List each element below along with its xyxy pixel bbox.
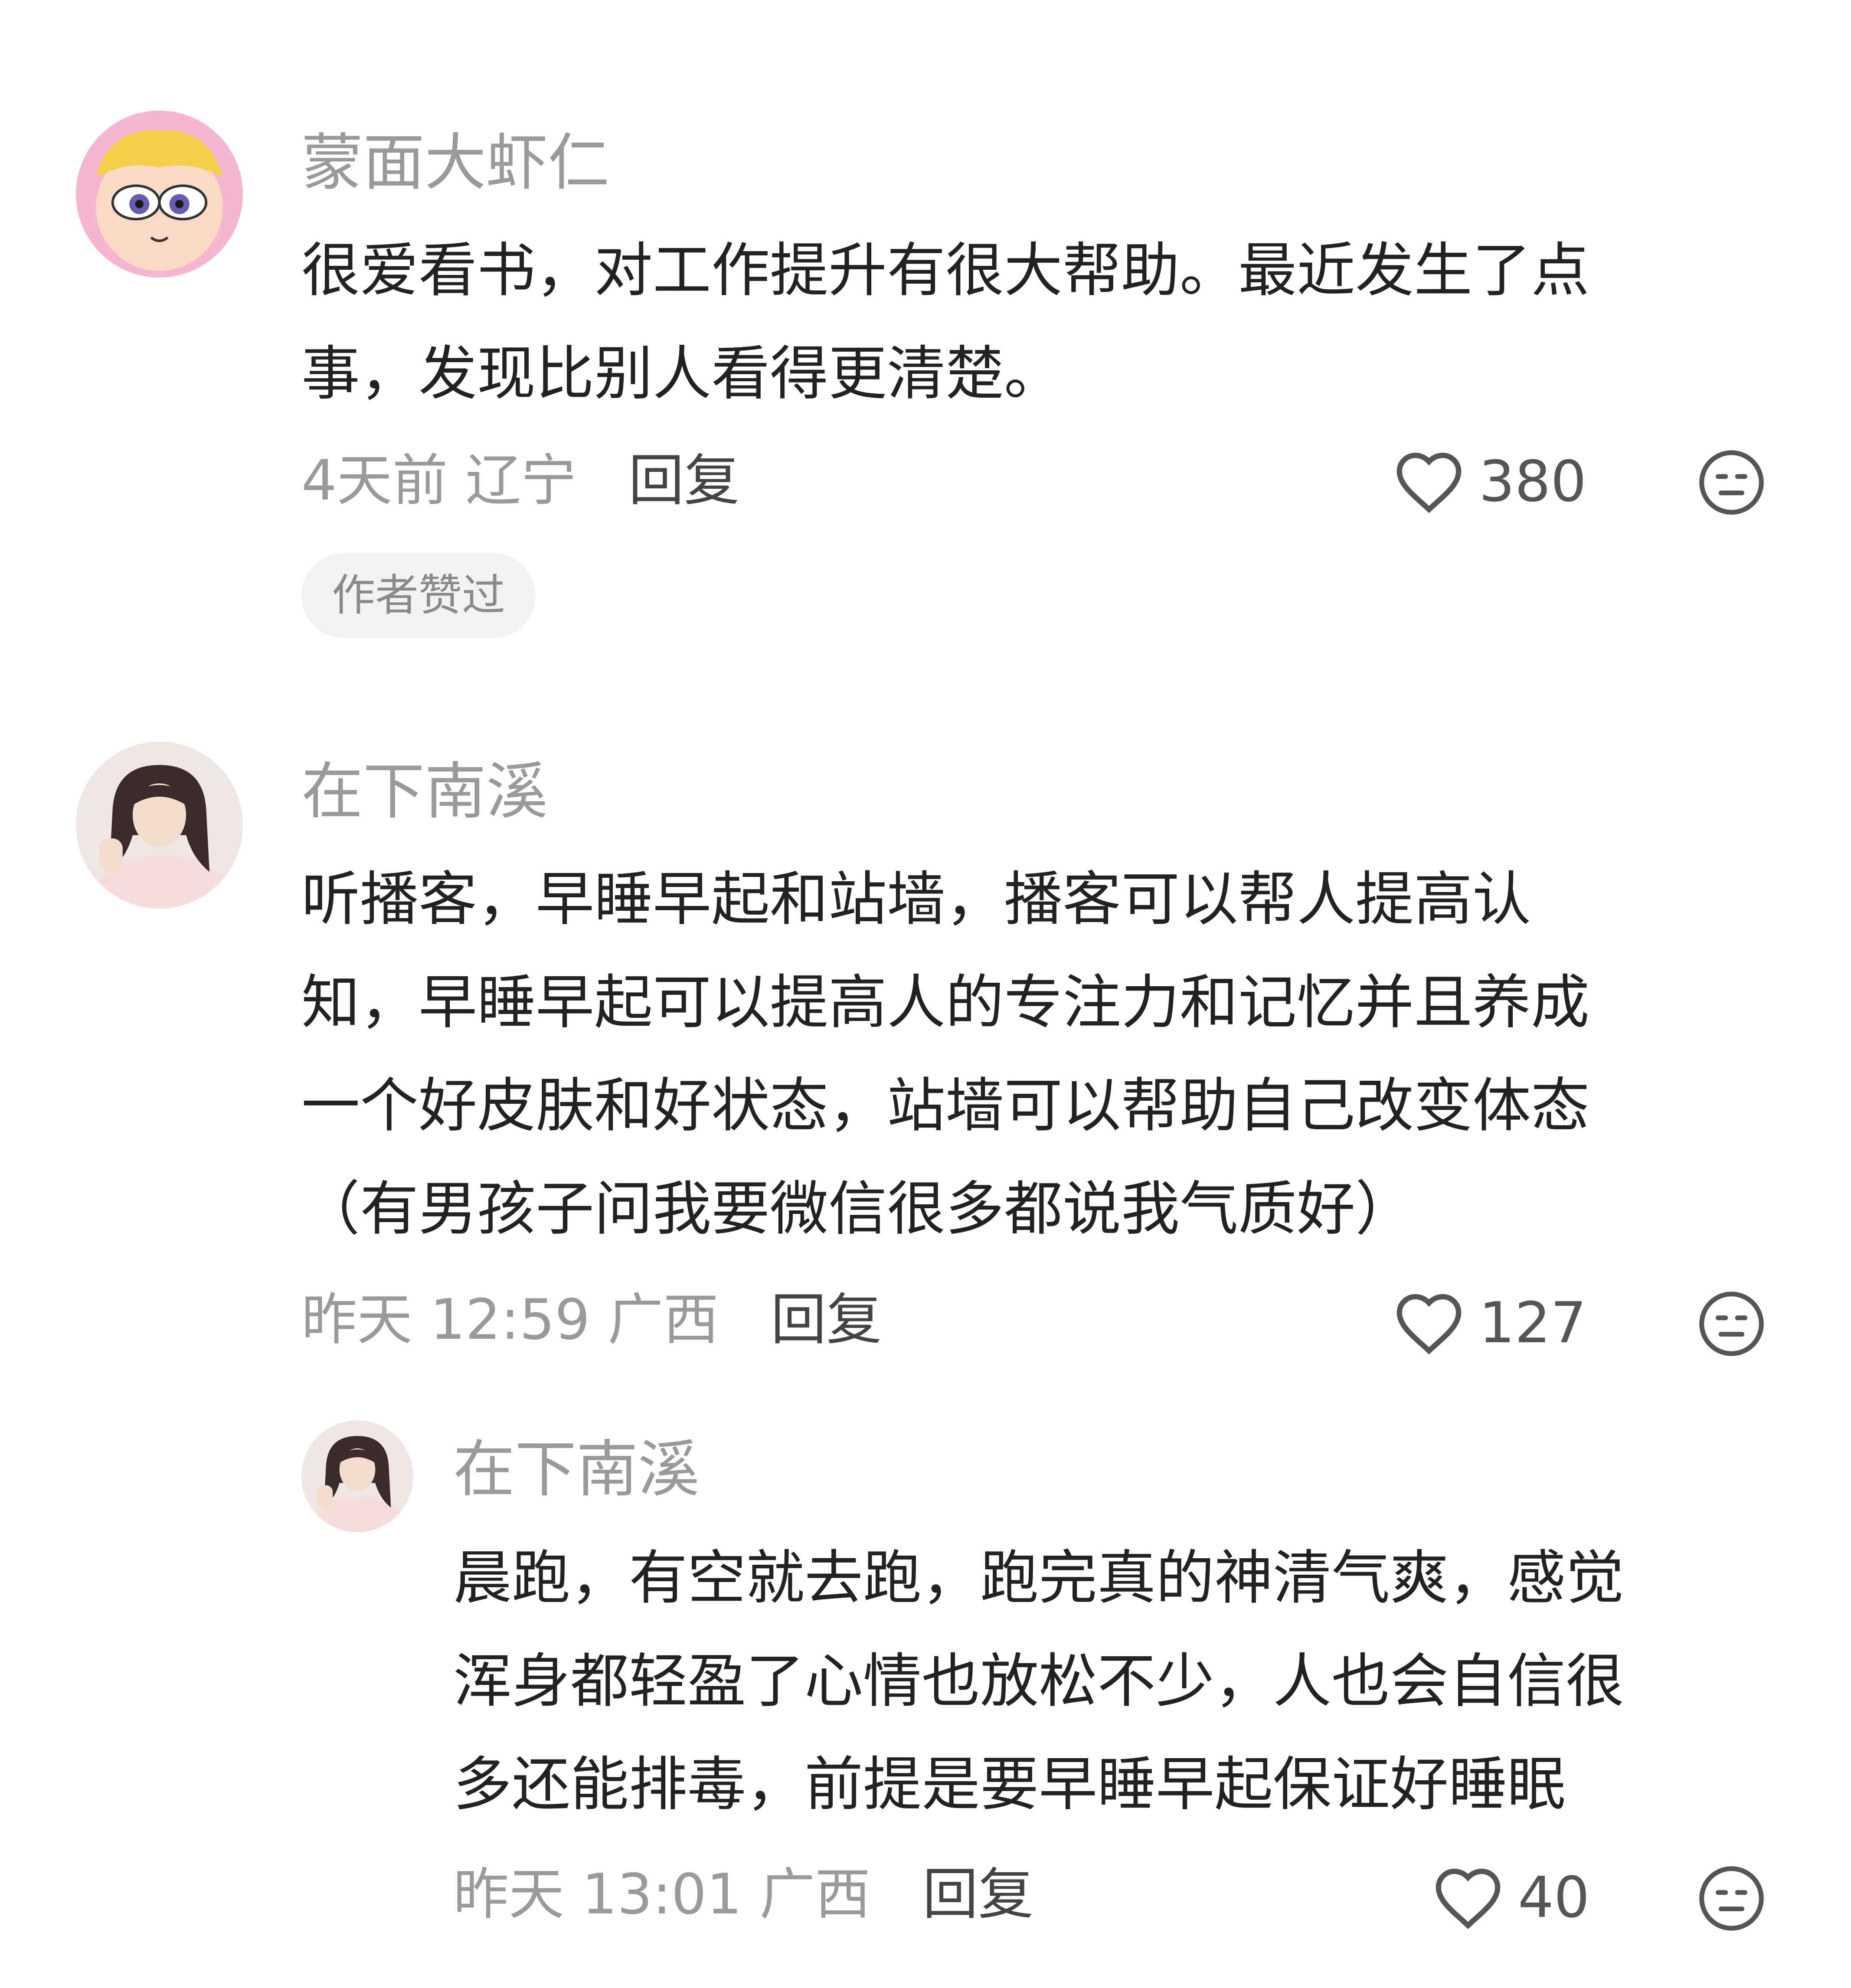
- neutral-face-icon: [1699, 1292, 1764, 1356]
- username[interactable]: 在下南溪: [301, 761, 548, 823]
- comment-text-line: 浑身都轻盈了心情也放松不少，人也会自信很: [453, 1647, 1624, 1715]
- author-liked-badge: 作者赞过: [301, 553, 536, 638]
- comment-text-line: 听播客，早睡早起和站墙，播客可以帮人提高认: [301, 865, 1531, 933]
- time-location: 昨天 12:59 广西: [301, 1288, 719, 1352]
- comment-meta: 昨天 12:59 广西 回复: [301, 1292, 882, 1348]
- comment-text: 听播客，早睡早起和站墙，播客可以帮人提高认 知，早睡早起可以提高人的专注力和记忆…: [301, 848, 1589, 1261]
- avatar[interactable]: [301, 1420, 413, 1532]
- like-button[interactable]: 127: [1392, 1290, 1586, 1355]
- comment-text-line: 很爱看书，对工作提升有很大帮助。最近发生了点: [301, 236, 1589, 304]
- cartoon-avatar-image: [76, 111, 243, 278]
- comment-meta: 4天前 辽宁 回复: [301, 453, 739, 509]
- time-location: 4天前 辽宁: [301, 448, 577, 513]
- username[interactable]: 蒙面大虾仁: [301, 132, 609, 194]
- like-count: 40: [1518, 1864, 1590, 1930]
- comment-meta: 昨天 13:01 广西 回复: [453, 1867, 1033, 1923]
- like-count: 127: [1479, 1290, 1587, 1356]
- heart-outline-icon: [1396, 452, 1462, 513]
- photo-avatar-image: [301, 1420, 413, 1532]
- neutral-face-icon: [1699, 450, 1764, 515]
- comment-text: 很爱看书，对工作提升有很大帮助。最近发生了点 事，发现比别人看得更清楚。: [301, 219, 1589, 425]
- comment-text-line: 事，发现比别人看得更清楚。: [301, 340, 1063, 408]
- avatar[interactable]: [76, 111, 243, 278]
- username[interactable]: 在下南溪: [453, 1439, 700, 1501]
- comment-text-line: （有男孩子问我要微信很多都说我气质好）: [301, 1175, 1414, 1243]
- avatar[interactable]: [76, 742, 243, 909]
- comment-text: 晨跑，有空就去跑，跑完真的神清气爽，感觉 浑身都轻盈了心情也放松不少，人也会自信…: [453, 1527, 1624, 1836]
- comment-text-line: 晨跑，有空就去跑，跑完真的神清气爽，感觉: [453, 1544, 1624, 1612]
- like-button[interactable]: 380: [1392, 449, 1586, 514]
- dislike-button[interactable]: [1696, 1863, 1767, 1934]
- heart-outline-icon: [1436, 1868, 1501, 1929]
- photo-avatar-image: [76, 742, 243, 909]
- heart-outline-icon: [1396, 1294, 1462, 1355]
- reply-button[interactable]: 回复: [771, 1292, 882, 1348]
- comment-text-line: 一个好皮肤和好状态，站墙可以帮助自己改变体态: [301, 1072, 1589, 1140]
- comment-text-line: 知，早睡早起可以提高人的专注力和记忆并且养成: [301, 968, 1589, 1037]
- dislike-button[interactable]: [1696, 1288, 1767, 1360]
- neutral-face-icon: [1699, 1866, 1764, 1931]
- time-location: 昨天 13:01 广西: [453, 1862, 871, 1927]
- reply-button[interactable]: 回复: [922, 1867, 1033, 1923]
- like-count: 380: [1479, 448, 1587, 514]
- dislike-button[interactable]: [1696, 447, 1767, 518]
- like-button[interactable]: 40: [1431, 1865, 1589, 1930]
- reply-button[interactable]: 回复: [628, 453, 739, 509]
- comment-text-line: 多还能排毒，前提是要早睡早起保证好睡眠: [453, 1750, 1566, 1818]
